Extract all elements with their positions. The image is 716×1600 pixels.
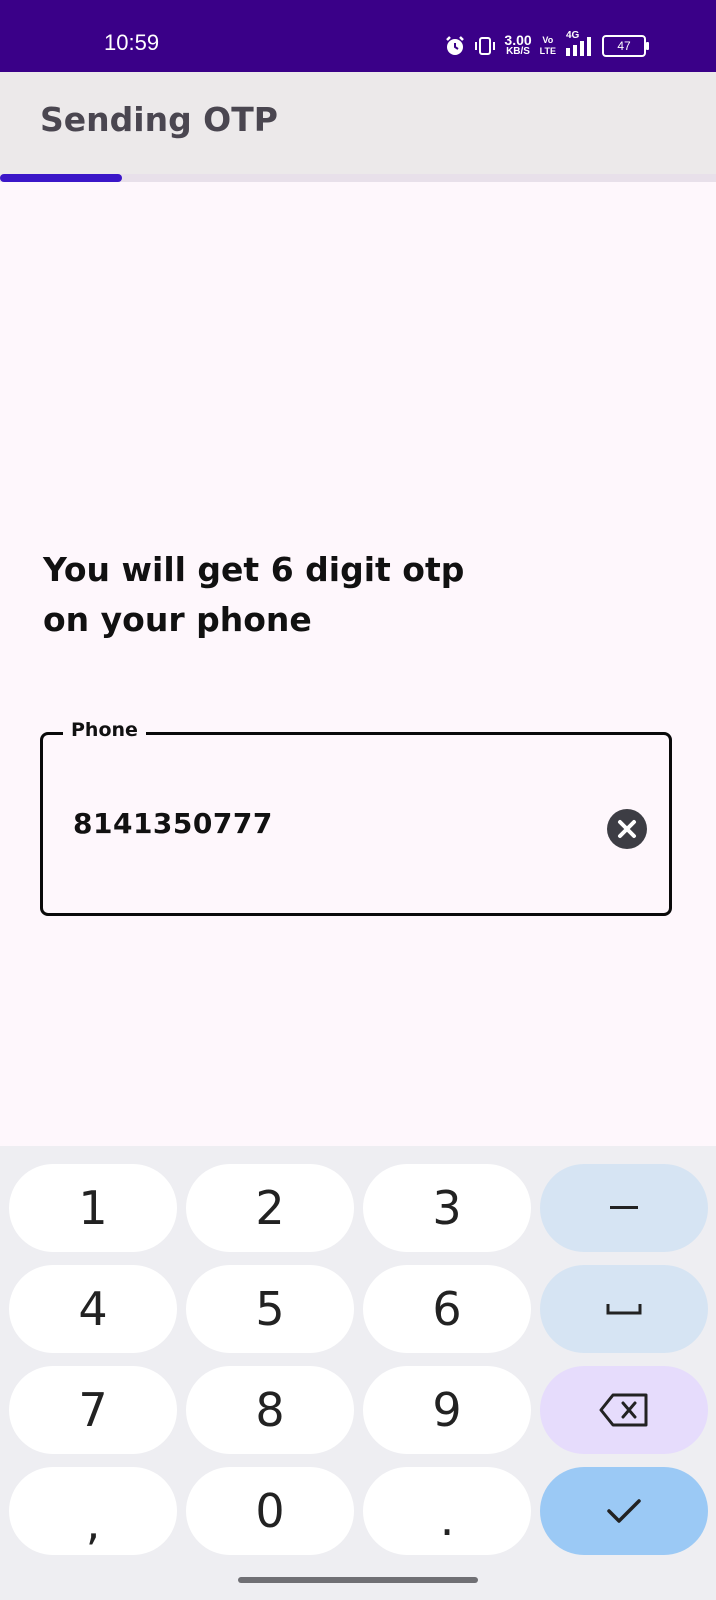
key-minus[interactable]: [540, 1164, 708, 1252]
key-0[interactable]: 0: [186, 1467, 354, 1555]
key-8[interactable]: 8: [186, 1366, 354, 1454]
key-space[interactable]: [540, 1265, 708, 1353]
key-3[interactable]: 3: [363, 1164, 531, 1252]
volte-indicator: Vo LTE: [540, 35, 556, 57]
status-icons: 3.00 KB/S Vo LTE 4G 47: [444, 30, 649, 60]
status-time: 10:59: [104, 30, 160, 55]
key-label: 8: [255, 1383, 285, 1437]
key-backspace[interactable]: [540, 1366, 708, 1454]
alarm-icon: [444, 35, 466, 57]
key-label: .: [439, 1492, 455, 1546]
status-bar: 10:59 3.00 KB/S Vo LTE 4G 47: [0, 0, 716, 72]
network-speed: 3.00 KB/S: [504, 32, 532, 58]
navigation-handle[interactable]: [238, 1577, 478, 1583]
clear-icon: [607, 809, 647, 849]
vibrate-icon: [474, 35, 496, 57]
phone-field-label: Phone: [63, 719, 146, 741]
key-5[interactable]: 5: [186, 1265, 354, 1353]
network-type: 4G: [566, 30, 580, 41]
key-label: 3: [432, 1181, 462, 1235]
key-label: 0: [255, 1484, 285, 1538]
key-9[interactable]: 9: [363, 1366, 531, 1454]
phone-field[interactable]: Phone 8141350777: [40, 719, 672, 916]
key-label: 4: [78, 1282, 108, 1336]
battery-icon: 47: [602, 35, 649, 57]
key-comma[interactable]: ,: [9, 1467, 177, 1555]
minus-icon: [610, 1206, 638, 1209]
key-label: ,: [85, 1496, 101, 1550]
key-label: 9: [432, 1383, 462, 1437]
volte-bottom: LTE: [539, 46, 556, 56]
instruction-text: You will get 6 digit otp on your phone: [43, 545, 603, 645]
signal-icon: 4G: [564, 30, 594, 56]
progress-fill: [0, 174, 122, 182]
battery-level: 47: [617, 39, 631, 53]
key-4[interactable]: 4: [9, 1265, 177, 1353]
key-label: 2: [255, 1181, 285, 1235]
key-label: 6: [432, 1282, 462, 1336]
key-period[interactable]: .: [363, 1467, 531, 1555]
volte-top: Vo: [542, 35, 554, 45]
page-title: Sending OTP: [40, 100, 278, 139]
key-2[interactable]: 2: [186, 1164, 354, 1252]
network-speed-unit: KB/S: [506, 46, 530, 57]
key-7[interactable]: 7: [9, 1366, 177, 1454]
key-label: 7: [78, 1383, 108, 1437]
numeric-keyboard: 1 2 3 4 5 6 7 8 9 , 0 .: [0, 1146, 716, 1600]
clear-input-button[interactable]: [607, 809, 647, 849]
space-icon: [606, 1304, 642, 1315]
backspace-icon: [599, 1393, 648, 1427]
instruction-line-2: on your phone: [43, 600, 312, 639]
key-6[interactable]: 6: [363, 1265, 531, 1353]
progress-track: [0, 174, 716, 182]
key-label: 1: [78, 1181, 108, 1235]
network-speed-value: 3.00: [504, 32, 532, 48]
phone-input[interactable]: 8141350777: [73, 807, 273, 840]
key-done[interactable]: [540, 1467, 708, 1555]
key-1[interactable]: 1: [9, 1164, 177, 1252]
key-label: 5: [255, 1282, 285, 1336]
app-bar: Sending OTP: [0, 72, 716, 174]
instruction-line-1: You will get 6 digit otp: [43, 550, 465, 589]
check-icon: [607, 1499, 641, 1523]
